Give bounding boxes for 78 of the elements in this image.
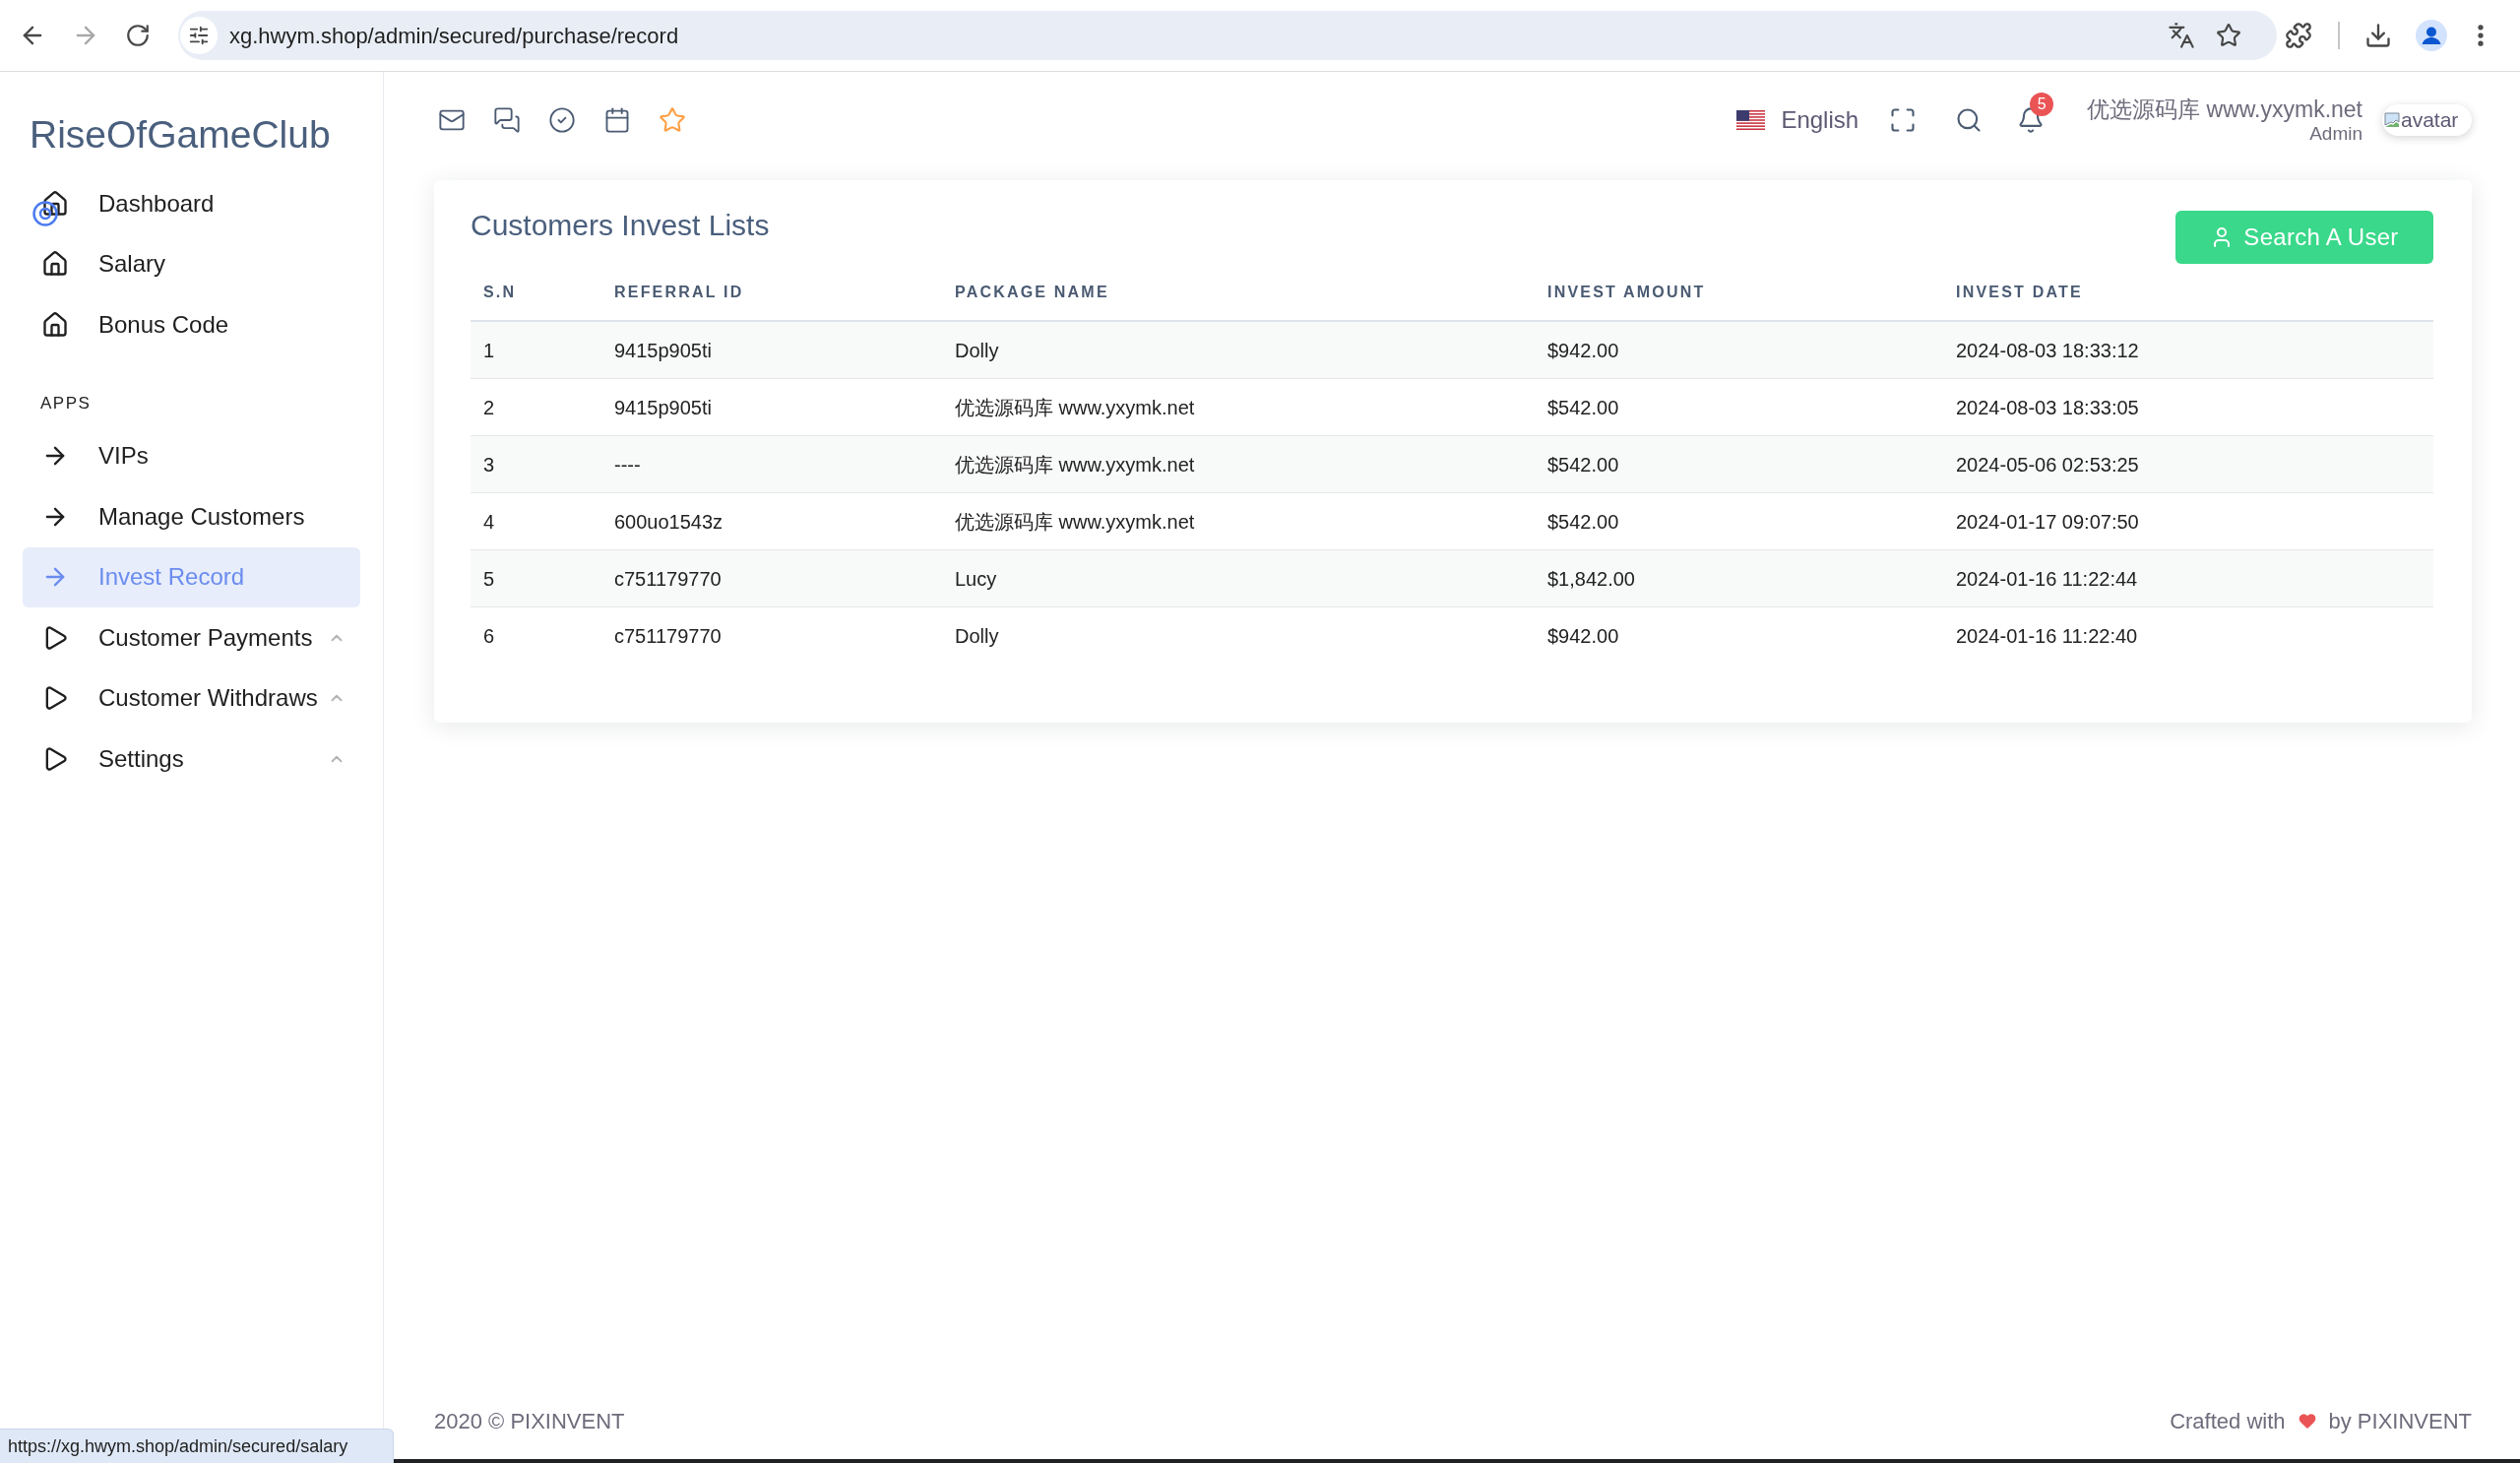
user-role: Admin <box>2309 123 2362 145</box>
home-icon <box>41 310 69 339</box>
table-cell-text: 2024-01-16 11:22:44 <box>1956 566 2138 592</box>
avatar-alt-text: avatar <box>2401 108 2459 132</box>
profile-icon[interactable] <box>2416 20 2447 51</box>
table-cell-text: 2024-05-06 02:53:25 <box>1956 452 2139 477</box>
table-cell-text: 2 <box>483 395 495 420</box>
language-selector[interactable]: English <box>1736 102 1859 138</box>
table-cell-text: 9415p905ti <box>614 395 712 420</box>
chat-icon[interactable] <box>493 106 521 134</box>
table-cell-text: $542.00 <box>1547 395 1619 420</box>
notification-count: 5 <box>2030 93 2054 116</box>
card-title: Customers Invest Lists <box>471 209 770 242</box>
column-header: S.N <box>483 282 517 302</box>
sidebar-item[interactable]: Customer Withdraws <box>23 668 360 729</box>
sidebar-item[interactable]: VIPs <box>23 425 360 486</box>
star-icon[interactable] <box>659 106 686 134</box>
calendar-icon[interactable] <box>603 106 631 134</box>
table-cell-text: 优选源码库 www.yxymk.net <box>955 509 1195 535</box>
table-cell-text: c751179770 <box>614 624 722 649</box>
credit-text: Crafted with <box>2170 1407 2286 1435</box>
table-cell-text: 1 <box>483 338 495 363</box>
table-cell-text: ---- <box>614 452 641 477</box>
table-cell-text: $942.00 <box>1547 624 1619 649</box>
user-name: 优选源码库 www.yxymk.net <box>2087 95 2362 123</box>
table-cell-text: $942.00 <box>1547 338 1619 363</box>
column-header: PACKAGE NAME <box>955 282 1109 302</box>
table-cell-text: $1,842.00 <box>1547 566 1635 592</box>
search-icon[interactable] <box>1955 106 1984 134</box>
table-cell-text: $542.00 <box>1547 452 1619 477</box>
table-cell-text: 3 <box>483 452 495 477</box>
sidebar-item[interactable]: Customer Payments <box>23 607 360 668</box>
fullscreen-icon[interactable] <box>1889 106 1918 134</box>
extensions-icon[interactable] <box>2285 22 2312 49</box>
avatar[interactable]: avatar <box>2382 104 2472 136</box>
table-cell-text: c751179770 <box>614 566 722 592</box>
heart-icon <box>2297 1411 2317 1431</box>
column-header: REFERRAL ID <box>614 282 744 302</box>
column-header: INVEST DATE <box>1956 282 2083 302</box>
table-cell-text: Dolly <box>955 338 999 363</box>
table-cell-text: $542.00 <box>1547 509 1619 535</box>
table-cell-text: 2024-08-03 18:33:05 <box>1956 395 2139 420</box>
table-cell-text: 2024-01-17 09:07:50 <box>1956 509 2139 535</box>
sidebar-item[interactable]: Bonus Code <box>23 294 360 355</box>
broken-image-icon <box>2384 112 2400 128</box>
sidebar-item[interactable]: Manage Customers <box>23 486 360 547</box>
table-cell-text: 4 <box>483 509 495 535</box>
sidebar-item[interactable]: Settings <box>23 729 360 790</box>
url-text: xg.hwym.shop/admin/secured/purchase/record <box>229 22 679 50</box>
brand-name[interactable]: RiseOfGameClub <box>30 112 383 158</box>
column-header: INVEST AMOUNT <box>1547 282 1706 302</box>
table-cell-text: 9415p905ti <box>614 338 712 363</box>
site-info-button[interactable] <box>180 17 218 54</box>
table-cell-text: 优选源码库 www.yxymk.net <box>955 395 1195 420</box>
sidebar-item[interactable]: Dashboard <box>23 173 360 234</box>
table-cell-text: 5 <box>483 566 495 592</box>
table-cell-text: 600uo1543z <box>614 509 724 535</box>
copyright-text: 2020 © PIXINVENT <box>434 1407 625 1435</box>
address-bar[interactable]: xg.hwym.shop/admin/secured/purchase/record <box>178 11 2277 60</box>
table-cell-text: Lucy <box>955 566 997 592</box>
home-icon <box>41 250 69 279</box>
flag-icon <box>1736 110 1766 130</box>
table-cell-text: 2024-08-03 18:33:12 <box>1956 338 2139 363</box>
table-cell-text: 6 <box>483 624 495 649</box>
table-cell-text: 优选源码库 www.yxymk.net <box>955 452 1195 477</box>
site-info-icon <box>188 25 210 46</box>
table-cell-text: 2024-01-16 11:22:40 <box>1956 624 2138 649</box>
sidebar-item[interactable]: Salary <box>23 233 360 294</box>
section-label: APPS <box>40 392 93 414</box>
bookmark-star-icon[interactable] <box>2216 23 2241 48</box>
status-bar: https://xg.hwym.shop/admin/secured/salary <box>0 1429 394 1463</box>
reload-icon <box>125 23 151 48</box>
home-icon <box>41 189 69 218</box>
credit-text: by PIXINVENT <box>2328 1407 2472 1435</box>
translate-icon[interactable] <box>2168 22 2195 49</box>
table-cell-text: Dolly <box>955 624 999 649</box>
download-icon[interactable] <box>2364 22 2392 49</box>
check-circle-icon[interactable] <box>548 106 576 134</box>
